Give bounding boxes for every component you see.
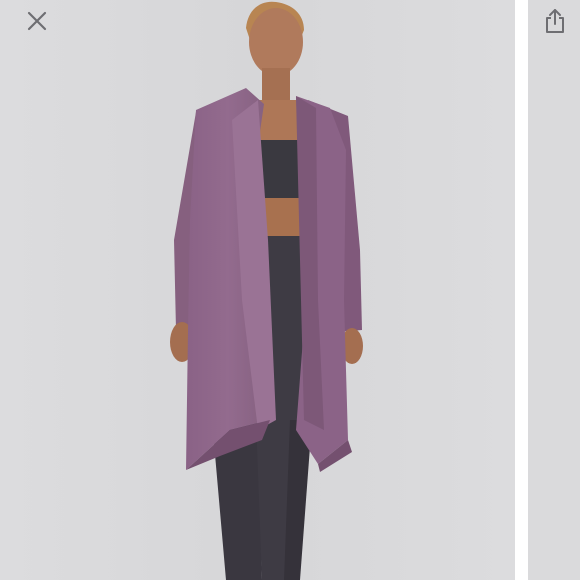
product-photo[interactable] xyxy=(0,0,515,580)
model-figure xyxy=(0,0,515,580)
close-button[interactable] xyxy=(22,6,52,36)
share-icon xyxy=(546,9,564,33)
next-photo-preview[interactable] xyxy=(528,0,580,580)
share-button[interactable] xyxy=(540,6,570,36)
image-viewer xyxy=(0,0,580,580)
close-icon xyxy=(27,11,47,31)
